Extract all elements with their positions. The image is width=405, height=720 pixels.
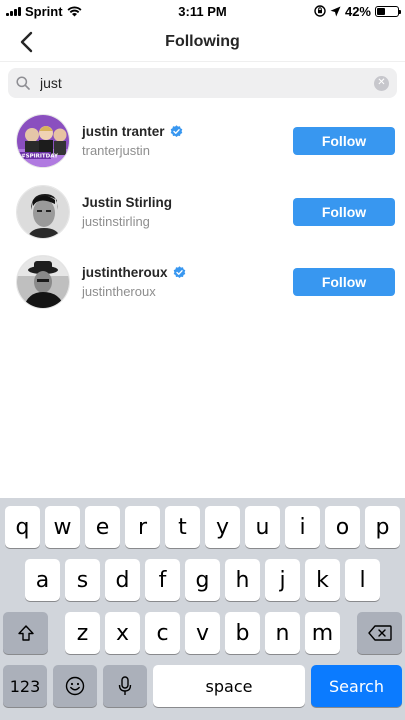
keyboard-row-1: q w e r t y u i o p [0, 506, 405, 548]
keyboard-row-4: 123 space Search [0, 665, 405, 707]
keyboard: q w e r t y u i o p a s d f g h j k l z … [0, 498, 405, 720]
keyboard-row-3: z x c v b n m [0, 612, 405, 654]
battery-percent: 42% [344, 3, 371, 19]
dictation-key[interactable] [103, 665, 147, 707]
list-item[interactable]: Justin Stirling justinstirling Follow [0, 177, 405, 248]
chevron-left-icon [20, 31, 33, 53]
shift-icon [17, 625, 34, 641]
avatar[interactable] [16, 184, 70, 239]
status-bar: Sprint 3:11 PM 42% [0, 0, 405, 22]
wifi-icon [67, 5, 82, 16]
key-h[interactable]: h [225, 559, 260, 601]
carrier-name: Sprint [25, 3, 63, 19]
header: Following [0, 22, 405, 62]
key-j[interactable]: j [265, 559, 300, 601]
key-c[interactable]: c [145, 612, 180, 654]
key-n[interactable]: n [265, 612, 300, 654]
key-y[interactable]: y [205, 506, 240, 548]
emoji-key[interactable] [53, 665, 97, 707]
key-a[interactable]: a [25, 559, 60, 601]
status-right: 42% [314, 3, 401, 19]
key-p[interactable]: p [365, 506, 400, 548]
shift-key[interactable] [3, 612, 48, 654]
location-arrow-icon [330, 6, 341, 16]
back-button[interactable] [12, 28, 40, 56]
key-w[interactable]: w [45, 506, 80, 548]
list-item[interactable]: #SPIRITDAY justin tranter tranterjustin … [0, 106, 405, 177]
key-q[interactable]: q [5, 506, 40, 548]
status-left: Sprint [6, 4, 82, 19]
key-z[interactable]: z [65, 612, 100, 654]
key-r[interactable]: r [125, 506, 160, 548]
user-list: #SPIRITDAY justin tranter tranterjustin … [0, 106, 405, 318]
user-name-line: justin tranter [82, 124, 293, 139]
follow-button[interactable]: Follow [293, 197, 395, 226]
numbers-key[interactable]: 123 [3, 665, 47, 707]
keyboard-row-2: a s d f g h j k l [0, 559, 405, 601]
key-l[interactable]: l [345, 559, 380, 601]
user-name[interactable]: justin tranter [82, 124, 165, 139]
signal-icon [6, 6, 21, 16]
search-input[interactable] [40, 68, 374, 98]
key-m[interactable]: m [305, 612, 340, 654]
user-name[interactable]: Justin Stirling [82, 195, 172, 210]
user-handle: justinstirling [82, 213, 150, 229]
key-s[interactable]: s [65, 559, 100, 601]
avatar[interactable]: #SPIRITDAY [16, 114, 70, 169]
search-icon [16, 75, 32, 91]
battery-icon [375, 5, 401, 17]
search-bar[interactable]: ✕ [8, 68, 397, 98]
key-d[interactable]: d [105, 559, 140, 601]
key-x[interactable]: x [105, 612, 140, 654]
status-time: 3:11 PM [178, 3, 227, 19]
key-t[interactable]: t [165, 506, 200, 548]
keyboard-row-3-letters: z x c v b n m [65, 612, 340, 654]
key-b[interactable]: b [225, 612, 260, 654]
backspace-key[interactable] [357, 612, 402, 654]
user-name-line: Justin Stirling [82, 195, 293, 210]
list-item[interactable]: justintheroux justintheroux Follow [0, 247, 405, 318]
svg-text:#SPIRITDAY: #SPIRITDAY [21, 154, 59, 160]
rotation-lock-icon [314, 5, 326, 17]
clear-icon[interactable]: ✕ [374, 75, 389, 91]
microphone-icon [118, 676, 132, 695]
avatar[interactable] [16, 255, 70, 310]
emoji-icon [65, 676, 85, 696]
search-key[interactable]: Search [311, 665, 402, 707]
verified-badge-icon [170, 125, 183, 138]
backspace-icon [367, 625, 392, 641]
page-title: Following [165, 32, 240, 50]
user-name-line: justintheroux [82, 265, 293, 280]
key-o[interactable]: o [325, 506, 360, 548]
space-key[interactable]: space [153, 665, 305, 707]
user-name[interactable]: justintheroux [82, 265, 168, 280]
follow-button[interactable]: Follow [293, 268, 395, 297]
key-g[interactable]: g [185, 559, 220, 601]
key-f[interactable]: f [145, 559, 180, 601]
user-handle: justintheroux [82, 284, 156, 300]
user-handle: tranterjustin [82, 143, 150, 159]
key-i[interactable]: i [285, 506, 320, 548]
verified-badge-icon [173, 266, 186, 279]
user-info: justintheroux justintheroux [82, 265, 293, 299]
user-info: Justin Stirling justinstirling [82, 195, 293, 229]
follow-button[interactable]: Follow [293, 127, 395, 156]
key-k[interactable]: k [305, 559, 340, 601]
key-e[interactable]: e [85, 506, 120, 548]
key-u[interactable]: u [245, 506, 280, 548]
user-info: justin tranter tranterjustin [82, 124, 293, 158]
key-v[interactable]: v [185, 612, 220, 654]
